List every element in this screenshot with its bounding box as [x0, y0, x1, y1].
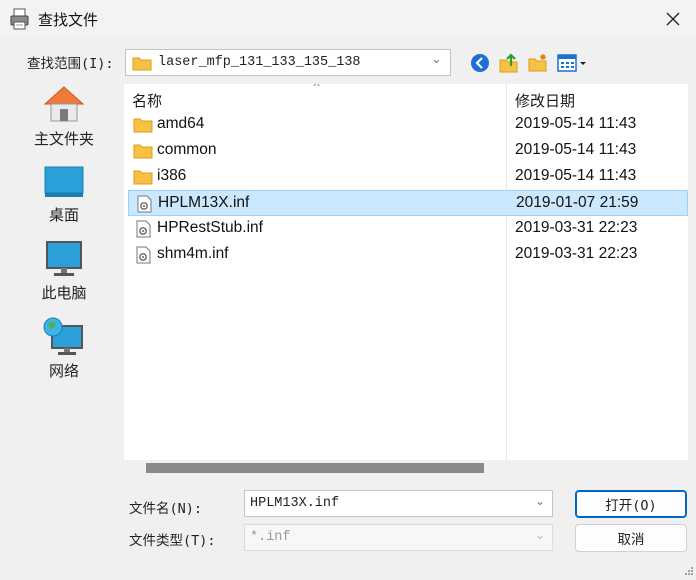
- desktop-icon: [44, 166, 84, 197]
- chevron-down-icon: ⌄: [431, 52, 442, 67]
- inf-file-icon: [136, 246, 151, 264]
- file-row[interactable]: i386 2019-05-14 11:43: [128, 164, 688, 190]
- file-row[interactable]: amd64 2019-05-14 11:43: [128, 112, 688, 138]
- file-date: 2019-05-14 11:43: [515, 167, 637, 184]
- filename-label: 文件名(N):: [129, 501, 203, 517]
- folder-icon: [133, 118, 153, 133]
- column-header-date[interactable]: 修改日期: [515, 90, 575, 111]
- filetype-value: *.inf: [250, 530, 291, 545]
- file-name: common: [157, 141, 217, 158]
- sort-ascending-icon: ^: [312, 84, 322, 94]
- close-icon: [666, 12, 680, 26]
- title-bar: 查找文件: [0, 0, 696, 38]
- computer-icon: [46, 241, 82, 276]
- file-row[interactable]: common 2019-05-14 11:43: [128, 138, 688, 164]
- file-date: 2019-03-31 22:23: [515, 245, 638, 262]
- place-network-label: 网络: [48, 362, 79, 380]
- file-row[interactable]: shm4m.inf 2019-03-31 22:23: [128, 242, 688, 268]
- file-name: i386: [157, 167, 187, 184]
- back-button[interactable]: [468, 51, 492, 75]
- file-name: HPRestStub.inf: [157, 219, 263, 236]
- filename-value: HPLM13X.inf: [250, 496, 340, 511]
- file-name: amd64: [157, 115, 205, 132]
- file-row[interactable]: HPRestStub.inf 2019-03-31 22:23: [128, 216, 688, 242]
- cancel-button[interactable]: 取消: [575, 524, 687, 552]
- new-folder-icon: [528, 54, 547, 72]
- place-network[interactable]: 网络: [8, 316, 120, 388]
- place-home-label: 主文件夹: [33, 130, 94, 148]
- close-button[interactable]: [650, 0, 696, 38]
- file-list[interactable]: 名称 ^ 修改日期 amd64 2019-05-14 11:43 common 201…: [124, 84, 688, 476]
- open-button[interactable]: 打开(O): [575, 490, 687, 518]
- look-in-label: 查找范围(I):: [27, 56, 114, 72]
- look-in-value: laser_mfp_131_133_135_138: [158, 55, 361, 70]
- up-folder-icon: [499, 53, 518, 73]
- view-menu-button[interactable]: [555, 51, 589, 75]
- filename-combo[interactable]: HPLM13X.inf ⌄: [244, 490, 553, 517]
- file-name: shm4m.inf: [157, 245, 229, 262]
- chevron-down-icon: ⌄: [535, 494, 546, 508]
- file-date: 2019-05-14 11:43: [515, 141, 637, 158]
- filetype-combo[interactable]: *.inf ⌄: [244, 524, 553, 551]
- place-desktop[interactable]: 桌面: [8, 164, 120, 236]
- place-this-pc-label: 此电脑: [41, 284, 87, 302]
- place-home[interactable]: 主文件夹: [8, 84, 120, 156]
- place-desktop-label: 桌面: [48, 206, 79, 224]
- view-menu-icon: [557, 54, 586, 72]
- new-folder-button[interactable]: [526, 51, 550, 75]
- file-row[interactable]: HPLM13X.inf 2019-01-07 21:59: [128, 190, 688, 216]
- chevron-down-icon: ⌄: [535, 528, 546, 542]
- place-this-pc[interactable]: 此电脑: [8, 240, 120, 312]
- inf-file-icon: [137, 195, 152, 213]
- filetype-label: 文件类型(T):: [129, 533, 216, 549]
- file-date: 2019-01-07 21:59: [516, 194, 639, 211]
- horizontal-scrollbar[interactable]: [124, 460, 688, 476]
- places-bar: 主文件夹 桌面 此电脑 网络: [8, 80, 120, 570]
- inf-file-icon: [136, 220, 151, 238]
- file-date: 2019-05-14 11:43: [515, 115, 637, 132]
- back-icon: [471, 54, 489, 72]
- printer-app-icon: [10, 8, 29, 30]
- look-in-dropdown[interactable]: laser_mfp_131_133_135_138 ⌄: [125, 49, 451, 76]
- file-name: HPLM13X.inf: [158, 194, 250, 211]
- network-icon: [43, 317, 83, 355]
- resize-grip-icon[interactable]: [682, 566, 694, 578]
- window-title: 查找文件: [38, 11, 99, 29]
- folder-icon: [132, 57, 152, 71]
- scrollbar-thumb[interactable]: [146, 463, 484, 473]
- folder-icon: [133, 144, 153, 159]
- column-header-name[interactable]: 名称: [132, 90, 162, 111]
- folder-icon: [133, 170, 153, 185]
- file-date: 2019-03-31 22:23: [515, 219, 638, 236]
- home-icon: [43, 86, 85, 122]
- up-folder-button[interactable]: [497, 51, 521, 75]
